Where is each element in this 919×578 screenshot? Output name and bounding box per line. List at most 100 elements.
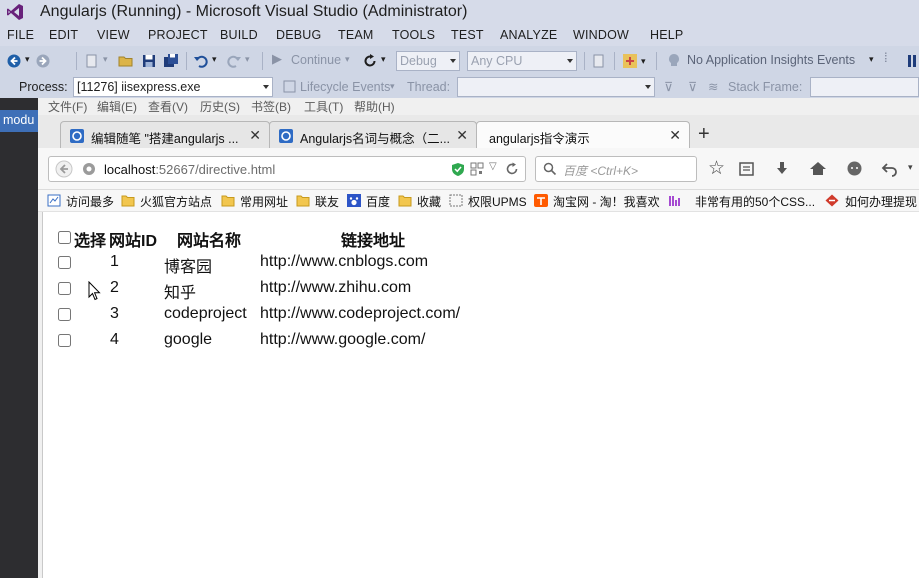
navigate-back-icon[interactable]	[6, 53, 22, 69]
lifecycle-events-icon[interactable]	[283, 80, 296, 93]
tab-directive-demo[interactable]: angularjs指令演示 ✕	[476, 121, 690, 148]
close-tab-icon[interactable]: ✕	[456, 127, 468, 144]
pause-icon[interactable]	[906, 54, 918, 68]
close-tab-icon[interactable]: ✕	[249, 127, 261, 144]
navigate-forward-icon[interactable]	[35, 53, 51, 69]
ff-menu-view[interactable]: 查看(V)	[148, 98, 188, 115]
solution-platform-select[interactable]: Any CPU	[467, 51, 577, 71]
home-icon[interactable]	[809, 160, 827, 177]
toggle-parallel-icon[interactable]: ≋	[708, 79, 718, 94]
redo-icon[interactable]	[226, 53, 242, 69]
row-checkbox[interactable]	[58, 282, 71, 295]
shield-icon[interactable]	[451, 162, 465, 177]
reading-list-icon[interactable]	[738, 160, 755, 177]
menu-test[interactable]: TEST	[451, 28, 484, 42]
bookmark-withdraw[interactable]: 如何办理提现	[845, 193, 917, 210]
undo-icon[interactable]	[193, 53, 209, 69]
new-project-dropdown-icon[interactable]: ▾	[103, 54, 108, 65]
document-tab[interactable]: modu	[0, 110, 38, 132]
menu-help[interactable]: HELP	[650, 28, 683, 42]
ff-menu-history[interactable]: 历史(S)	[200, 98, 240, 115]
stack-frame-select[interactable]	[810, 77, 919, 97]
ff-menu-bookmarks[interactable]: 书签(B)	[251, 98, 291, 115]
ff-menu-edit[interactable]: 编辑(E)	[97, 98, 137, 115]
toolbar-separator	[656, 52, 657, 70]
menu-file[interactable]: FILE	[7, 28, 34, 42]
lifecycle-dropdown-icon[interactable]: ▾	[390, 81, 395, 92]
page-content: 选择 网站ID 网站名称 链接地址 1 博客园 http://www.cnblo…	[42, 212, 919, 578]
site-info-icon[interactable]	[82, 162, 96, 176]
restart-icon[interactable]	[362, 53, 378, 69]
menu-view[interactable]: VIEW	[97, 28, 130, 42]
ff-menu-tools[interactable]: 工具(T)	[304, 98, 343, 115]
bookmark-most-visited[interactable]: 访问最多	[66, 193, 114, 210]
continue-dropdown-icon[interactable]: ▾	[345, 54, 350, 65]
ff-menu-file[interactable]: 文件(F)	[48, 98, 87, 115]
back-arrow-icon[interactable]	[55, 160, 73, 178]
lifecycle-events-button[interactable]: Lifecycle Events	[300, 80, 390, 94]
menu-build[interactable]: BUILD	[220, 28, 258, 42]
bookmark-common-sites[interactable]: 常用网址	[240, 193, 288, 210]
undo-close-tab-icon[interactable]	[881, 160, 898, 177]
browser-link-dropdown-icon[interactable]: ▾	[641, 56, 646, 67]
history-dropdown-icon[interactable]: ▽	[489, 161, 497, 172]
select-all-checkbox[interactable]	[58, 231, 71, 244]
save-all-icon[interactable]	[163, 53, 179, 69]
thread-select[interactable]	[457, 77, 655, 97]
bookmark-upms[interactable]: 权限UPMS	[468, 193, 527, 210]
tab-edit-post[interactable]: 编辑随笔 "搭建angularjs ... ✕	[60, 121, 270, 148]
reload-icon[interactable]	[505, 162, 519, 176]
bookmark-css-article[interactable]: 非常有用的50个CSS...	[695, 193, 815, 210]
continue-icon[interactable]: ▶	[272, 51, 282, 67]
solution-configuration-select[interactable]: Debug	[396, 51, 460, 71]
save-icon[interactable]	[141, 53, 157, 69]
cnblogs-favicon-icon	[70, 129, 84, 143]
application-insights-events[interactable]: No Application Insights Events	[687, 53, 855, 67]
tab-angularjs-concepts[interactable]: Angularjs名词与概念（二... ✕	[269, 121, 477, 148]
open-file-icon[interactable]	[118, 53, 134, 69]
chat-icon[interactable]	[846, 160, 863, 177]
url-bar[interactable]: localhost:52667/directive.html ▽	[48, 156, 526, 182]
menu-window[interactable]: WINDOW	[573, 28, 629, 42]
restart-dropdown-icon[interactable]: ▾	[381, 54, 386, 65]
row-site-name: google	[164, 331, 213, 348]
insights-dropdown-icon[interactable]: ▾	[869, 54, 874, 65]
overflow-dropdown-icon[interactable]: ▾	[908, 162, 913, 173]
application-insights-icon[interactable]	[666, 53, 682, 69]
process-select[interactable]: [11276] iisexpress.exe	[73, 77, 273, 97]
menu-debug[interactable]: DEBUG	[276, 28, 321, 42]
menu-team[interactable]: TEAM	[338, 28, 374, 42]
menu-edit[interactable]: EDIT	[49, 28, 78, 42]
flag-threads-icon[interactable]: ⊽	[688, 79, 697, 94]
bookmark-star-icon[interactable]: ☆	[708, 157, 725, 180]
bookmark-firefox-official[interactable]: 火狐官方站点	[140, 193, 212, 210]
ff-menu-help[interactable]: 帮助(H)	[354, 98, 395, 115]
redo-dropdown-icon[interactable]: ▾	[245, 54, 250, 65]
new-tab-button[interactable]: +	[698, 123, 710, 146]
new-project-icon[interactable]	[84, 53, 100, 69]
toolbar-separator	[262, 52, 263, 70]
continue-button[interactable]: Continue	[291, 53, 341, 67]
back-dropdown-icon[interactable]: ▾	[25, 54, 30, 65]
browser-link-icon[interactable]	[621, 52, 639, 70]
close-tab-icon[interactable]: ✕	[669, 127, 681, 144]
menu-project[interactable]: PROJECT	[148, 28, 208, 42]
menu-analyze[interactable]: ANALYZE	[500, 28, 557, 42]
bookmark-lianyou[interactable]: 联友	[315, 193, 339, 210]
bookmark-taobao[interactable]: 淘宝网 - 淘！我喜欢	[553, 193, 660, 210]
download-icon[interactable]	[774, 160, 790, 177]
bookmark-favorites[interactable]: 收藏	[417, 193, 441, 210]
row-checkbox[interactable]	[58, 334, 71, 347]
menu-tools[interactable]: TOOLS	[392, 28, 435, 42]
search-input[interactable]: 百度 <Ctrl+K>	[563, 162, 638, 179]
search-bar[interactable]: 百度 <Ctrl+K>	[535, 156, 697, 182]
row-checkbox[interactable]	[58, 308, 71, 321]
bookmark-baidu[interactable]: 百度	[366, 193, 390, 210]
row-checkbox[interactable]	[58, 256, 71, 269]
thread-filter-icon[interactable]: ⊽	[664, 79, 673, 94]
thread-label: Thread:	[407, 80, 451, 94]
find-in-files-icon[interactable]	[591, 53, 607, 69]
undo-dropdown-icon[interactable]: ▾	[212, 54, 217, 65]
toolbar-grip-icon: ⁞	[884, 50, 888, 65]
qr-code-icon[interactable]	[470, 162, 484, 176]
